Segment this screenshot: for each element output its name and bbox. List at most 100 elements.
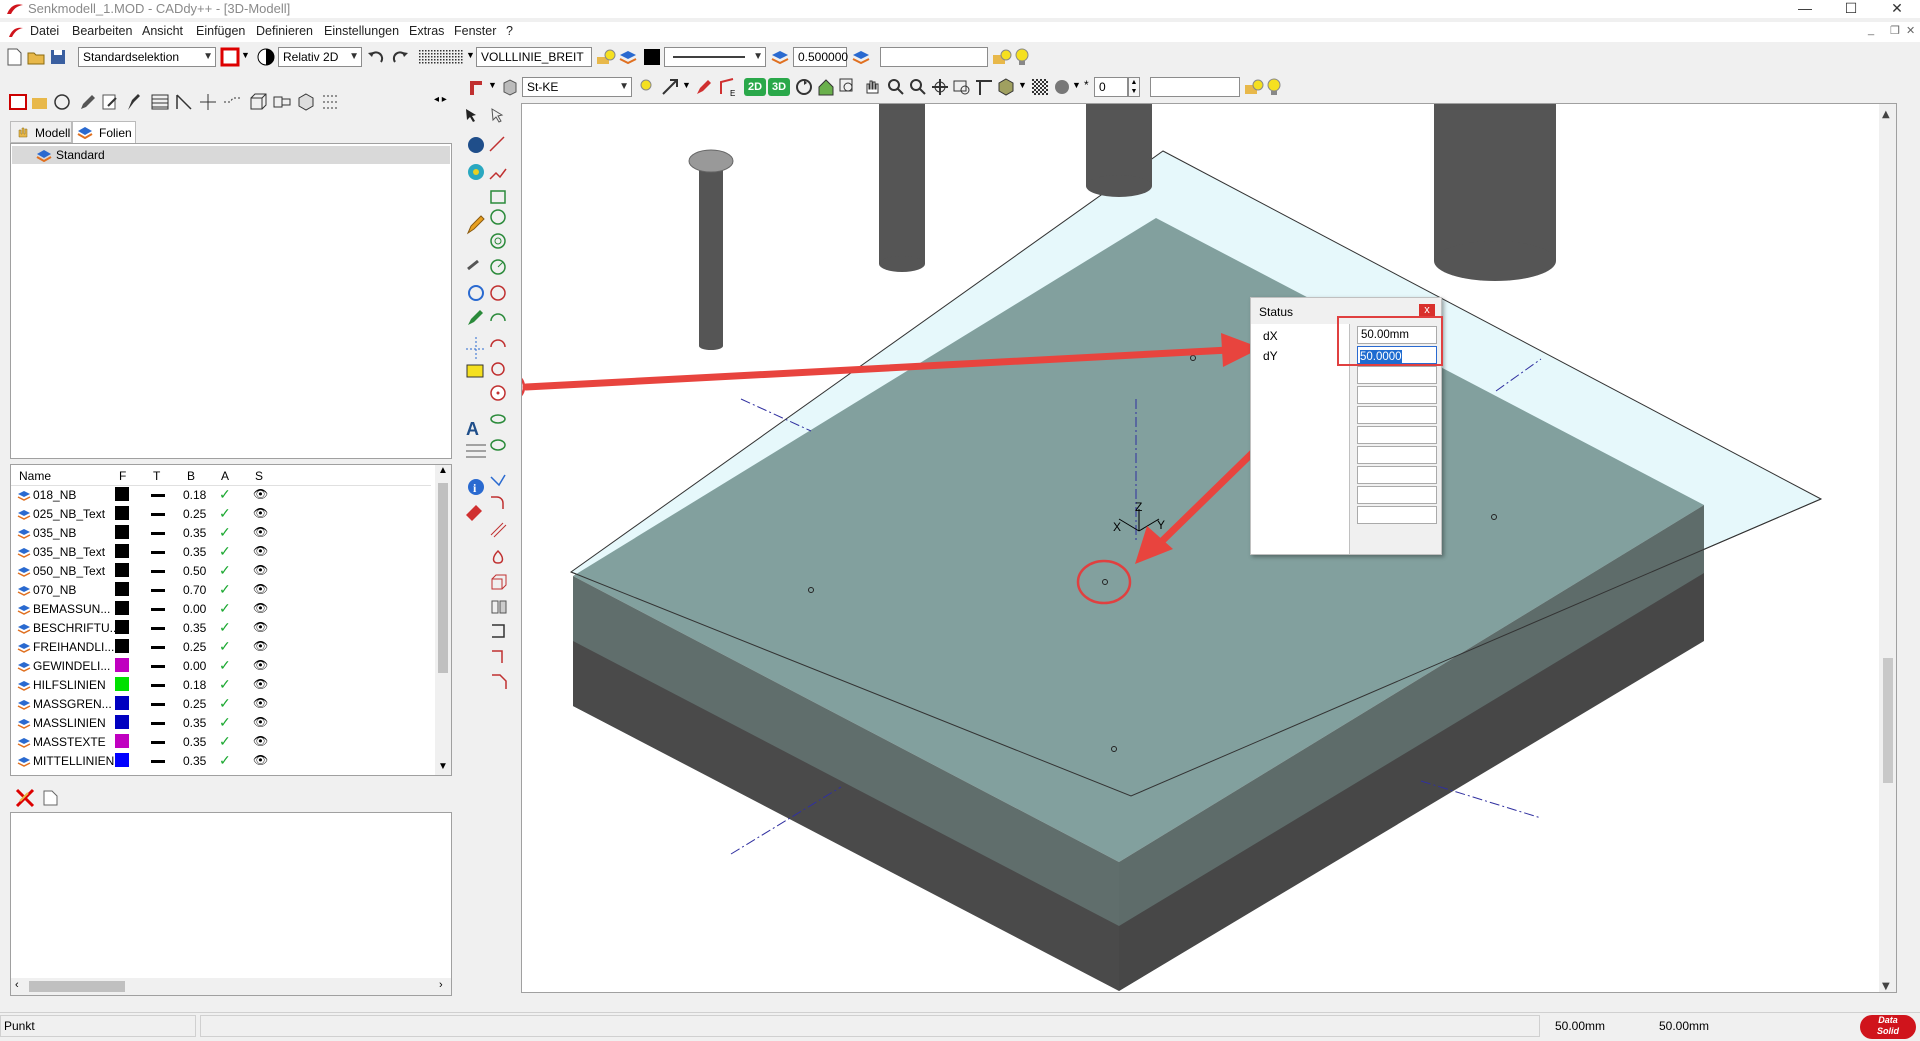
cube-icon[interactable] <box>296 92 316 112</box>
layer-row[interactable]: 018_NB 0.18 ✓ 👁 <box>11 486 451 505</box>
folder-bulb-icon[interactable] <box>1244 77 1264 97</box>
layer-color-swatch[interactable] <box>115 601 129 615</box>
layer-color-swatch[interactable] <box>115 544 129 558</box>
globe-icon[interactable] <box>468 164 484 180</box>
eraser-icon[interactable] <box>466 505 482 521</box>
view-2d-button[interactable]: 2D <box>744 78 766 96</box>
tab-folien[interactable]: Folien <box>72 121 136 143</box>
mdi-minimize-button[interactable]: _ <box>1868 24 1874 36</box>
view-3d-button[interactable]: 3D <box>768 78 790 96</box>
layer-linetype-icon[interactable] <box>151 551 165 554</box>
layer-row[interactable]: GEWINDELI... 0.00 ✓ 👁 <box>11 657 451 676</box>
axis-dashed-icon[interactable] <box>466 337 486 359</box>
material-select[interactable]: St-KE ▼ <box>522 77 632 97</box>
corner-red-icon[interactable] <box>492 650 503 663</box>
polyline-tool-icon[interactable] <box>489 168 507 180</box>
arc-green-icon[interactable] <box>490 313 506 322</box>
transform-icon[interactable] <box>660 77 680 97</box>
edit-icon[interactable] <box>100 92 120 112</box>
undo-icon[interactable] <box>366 47 386 67</box>
status-empty-field[interactable] <box>1357 446 1437 464</box>
layer-linetype-icon[interactable] <box>151 665 165 668</box>
checkmark-icon[interactable]: ✓ <box>219 600 231 617</box>
eye-icon[interactable]: 👁 <box>253 658 268 672</box>
fillet-icon[interactable] <box>491 496 504 509</box>
eye-icon[interactable]: 👁 <box>253 506 268 520</box>
checkmark-icon[interactable]: ✓ <box>219 486 231 503</box>
dot-grid-icon[interactable] <box>320 92 340 112</box>
refresh-icon[interactable] <box>468 285 484 301</box>
properties-hscrollbar[interactable]: ‹ › <box>11 978 451 995</box>
menu-fenster[interactable]: Fenster <box>454 24 496 38</box>
checkmark-icon[interactable]: ✓ <box>219 733 231 750</box>
checkmark-icon[interactable]: ✓ <box>219 581 231 598</box>
layer-linetype-icon[interactable] <box>151 741 165 744</box>
chevron-down-icon[interactable]: ▼ <box>241 50 250 60</box>
text-tool-icon[interactable]: A <box>466 419 479 439</box>
eye-icon[interactable]: 👁 <box>253 677 268 691</box>
ellipse-tool-icon[interactable] <box>490 414 506 424</box>
line-width-field[interactable]: 0.500000 <box>793 47 848 67</box>
menu-bearbeiten[interactable]: Bearbeiten <box>72 24 132 38</box>
checkmark-icon[interactable]: ✓ <box>219 638 231 655</box>
menu-einstellungen[interactable]: Einstellungen <box>324 24 399 38</box>
layer-color-swatch[interactable] <box>115 677 129 691</box>
panel-pin-icon[interactable]: ◂ ▸ <box>434 94 447 105</box>
point-tool-icon[interactable] <box>490 385 506 401</box>
color-black-swatch-icon[interactable] <box>642 47 662 67</box>
checkmark-icon[interactable]: ✓ <box>219 562 231 579</box>
layer-linetype-icon[interactable] <box>151 760 165 763</box>
checkmark-icon[interactable]: ✓ <box>219 752 231 769</box>
box-icon[interactable] <box>248 92 268 112</box>
eye-icon[interactable]: 👁 <box>253 563 268 577</box>
pen-green-icon[interactable] <box>468 310 483 325</box>
circle-red-icon[interactable] <box>490 285 506 301</box>
house-icon[interactable] <box>816 77 836 97</box>
rectangles-icon[interactable] <box>272 92 292 112</box>
layer-stack-icon[interactable] <box>851 47 871 67</box>
zoom-in-icon[interactable] <box>886 77 906 97</box>
scroll-thumb[interactable] <box>1883 658 1893 783</box>
checkmark-icon[interactable]: ✓ <box>219 543 231 560</box>
column-name[interactable]: Name <box>19 469 51 483</box>
layer-color-swatch[interactable] <box>115 734 129 748</box>
status-empty-field[interactable] <box>1357 386 1437 404</box>
layer-stack-icon[interactable] <box>618 47 638 67</box>
layer-linetype-icon[interactable] <box>151 513 165 516</box>
layer-color-swatch[interactable] <box>115 563 129 577</box>
column-b[interactable]: B <box>187 469 195 483</box>
menu-datei[interactable]: Datei <box>30 24 59 38</box>
layer-color-swatch[interactable] <box>115 753 129 767</box>
layer-row[interactable]: BEMASSUN... 0.00 ✓ 👁 <box>11 600 451 619</box>
circle-tangent-icon[interactable] <box>490 259 506 275</box>
layer-linetype-icon[interactable] <box>151 703 165 706</box>
tag-icon[interactable] <box>40 787 60 809</box>
dimension-yellow-icon[interactable] <box>466 364 484 378</box>
pan-hand-icon[interactable] <box>862 77 882 97</box>
checkmark-icon[interactable]: ✓ <box>219 657 231 674</box>
eye-icon[interactable]: 👁 <box>253 544 268 558</box>
rotate-view-icon[interactable] <box>794 77 814 97</box>
arc-red-icon[interactable] <box>490 339 506 348</box>
layer-linetype-icon[interactable] <box>151 684 165 687</box>
scroll-thumb[interactable] <box>29 981 125 992</box>
zoom-window-icon[interactable] <box>838 77 858 97</box>
linetype-field[interactable]: VOLLLINIE_BREIT <box>476 47 592 67</box>
layer-linetype-icon[interactable] <box>151 494 165 497</box>
delete-cross-icon[interactable] <box>14 787 36 809</box>
checkmark-icon[interactable]: ✓ <box>219 619 231 636</box>
color-select-icon[interactable] <box>220 47 240 67</box>
tree-item-standard[interactable]: Standard <box>12 146 450 164</box>
lamp-icon[interactable] <box>636 77 656 97</box>
layer-color-swatch[interactable] <box>115 525 129 539</box>
line-style-select[interactable]: ▼ <box>664 47 766 67</box>
app-menu-icon[interactable] <box>8 26 24 38</box>
status-empty-field[interactable] <box>1357 426 1437 444</box>
solid-cube-icon[interactable] <box>996 77 1016 97</box>
drill-tool-icon[interactable] <box>466 77 486 97</box>
column-t[interactable]: T <box>153 469 160 483</box>
layer-linetype-icon[interactable] <box>151 646 165 649</box>
circle-small-icon[interactable] <box>491 362 505 376</box>
checkmark-icon[interactable]: ✓ <box>219 714 231 731</box>
status-empty-field[interactable] <box>1357 486 1437 504</box>
